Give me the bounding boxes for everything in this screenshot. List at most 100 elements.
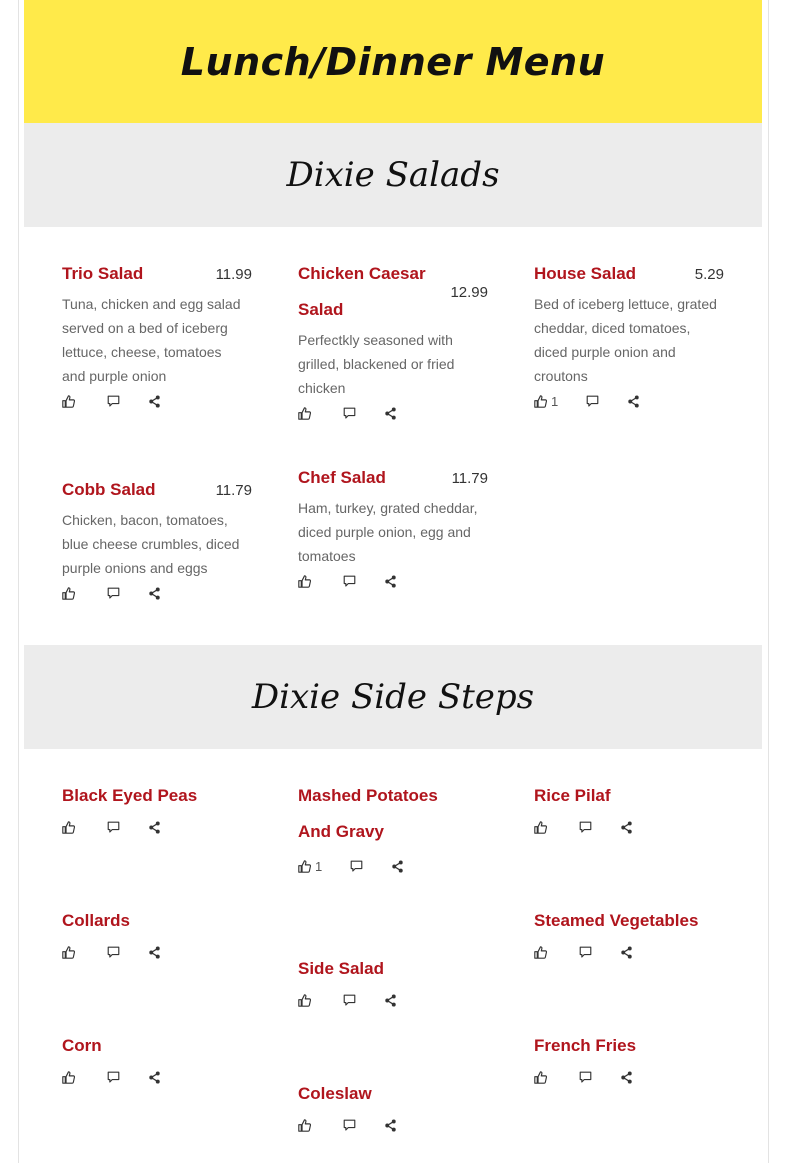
thumbs-up-icon <box>534 945 547 959</box>
like-button[interactable] <box>534 945 551 959</box>
comment-button[interactable] <box>579 1071 592 1084</box>
share-icon <box>148 945 161 959</box>
share-icon <box>391 859 404 873</box>
item-actions <box>298 1113 488 1137</box>
page-title: Lunch/Dinner Menu <box>180 39 606 84</box>
item-title[interactable]: Side Salad <box>298 951 488 987</box>
item-title[interactable]: Chef Salad <box>298 460 448 496</box>
share-button[interactable] <box>148 394 161 408</box>
item-title[interactable]: Mashed Potatoes And Gravy <box>298 778 473 850</box>
item-title[interactable]: Chicken Caesar Salad <box>298 256 458 328</box>
like-button[interactable]: 1 <box>534 394 558 409</box>
share-button[interactable] <box>384 574 397 588</box>
item-title[interactable]: Trio Salad <box>62 256 212 292</box>
menu-item: French Fries <box>534 1028 724 1089</box>
like-button[interactable] <box>298 406 315 420</box>
comment-button[interactable] <box>107 821 120 834</box>
item-title[interactable]: House Salad <box>534 256 684 292</box>
share-icon <box>620 820 633 834</box>
comment-button[interactable] <box>107 946 120 959</box>
share-button[interactable] <box>620 945 633 959</box>
thumbs-up-icon <box>298 406 311 420</box>
comment-icon <box>107 587 120 600</box>
thumbs-up-icon <box>62 820 75 834</box>
share-button[interactable] <box>384 406 397 420</box>
thumbs-up-icon <box>534 820 547 834</box>
thumbs-up-icon <box>534 394 547 408</box>
share-icon <box>148 394 161 408</box>
comment-button[interactable] <box>107 587 120 600</box>
comment-icon <box>343 575 356 588</box>
like-count: 1 <box>551 393 559 409</box>
item-title[interactable]: Black Eyed Peas <box>62 778 252 814</box>
like-button[interactable]: 1 <box>298 859 322 874</box>
comment-button[interactable] <box>343 407 356 420</box>
menu-item: Steamed Vegetables <box>534 903 724 964</box>
comment-button[interactable] <box>343 994 356 1007</box>
item-title[interactable]: Cobb Salad <box>62 472 212 508</box>
item-title[interactable]: Steamed Vegetables <box>534 903 724 939</box>
like-button[interactable] <box>298 574 315 588</box>
comment-button[interactable] <box>343 575 356 588</box>
menu-item: Corn <box>62 1028 252 1089</box>
menu-item: 11.99 Trio Salad Tuna, chicken and egg s… <box>62 256 252 413</box>
item-title[interactable]: Collards <box>62 903 252 939</box>
like-button[interactable] <box>534 1070 551 1084</box>
item-description: Ham, turkey, grated cheddar, diced purpl… <box>298 500 478 564</box>
comment-icon <box>343 407 356 420</box>
item-actions <box>298 569 488 593</box>
share-icon <box>384 993 397 1007</box>
item-actions <box>534 1065 724 1089</box>
share-button[interactable] <box>384 993 397 1007</box>
item-actions: 1 <box>534 389 724 413</box>
like-button[interactable] <box>62 1070 79 1084</box>
menu-item: Coleslaw <box>298 1076 488 1137</box>
item-title[interactable]: French Fries <box>534 1028 724 1064</box>
comment-icon <box>107 1071 120 1084</box>
comment-button[interactable] <box>343 1119 356 1132</box>
share-button[interactable] <box>148 1070 161 1084</box>
comment-icon <box>350 860 363 873</box>
section-heading-sides: Dixie Side Steps <box>24 645 762 749</box>
like-button[interactable] <box>534 820 551 834</box>
menu-item: Side Salad <box>298 951 488 1012</box>
comment-button[interactable] <box>586 395 599 408</box>
menu-item: Collards <box>62 903 252 964</box>
comment-icon <box>107 821 120 834</box>
share-button[interactable] <box>627 394 640 408</box>
like-button[interactable] <box>62 586 79 600</box>
menu-item: Black Eyed Peas <box>62 778 252 839</box>
share-button[interactable] <box>620 820 633 834</box>
item-title[interactable]: Rice Pilaf <box>534 778 724 814</box>
share-icon <box>148 1070 161 1084</box>
like-button[interactable] <box>62 945 79 959</box>
share-button[interactable] <box>391 859 404 873</box>
like-button[interactable] <box>62 394 79 408</box>
item-actions <box>298 988 488 1012</box>
menu-banner: Lunch/Dinner Menu <box>24 0 762 123</box>
item-title[interactable]: Coleslaw <box>298 1076 488 1112</box>
item-description: Perfectkly seasoned with grilled, blacke… <box>298 332 455 396</box>
share-button[interactable] <box>148 945 161 959</box>
comment-button[interactable] <box>107 395 120 408</box>
like-button[interactable] <box>298 993 315 1007</box>
item-actions <box>534 940 724 964</box>
item-actions <box>62 940 252 964</box>
menu-item: 11.79 Cobb Salad Chicken, bacon, tomatoe… <box>62 472 252 605</box>
share-button[interactable] <box>148 820 161 834</box>
thumbs-up-icon <box>298 993 311 1007</box>
comment-button[interactable] <box>350 860 363 873</box>
section-heading-salads: Dixie Salads <box>24 123 762 227</box>
comment-button[interactable] <box>579 946 592 959</box>
share-button[interactable] <box>620 1070 633 1084</box>
share-icon <box>148 586 161 600</box>
like-button[interactable] <box>298 1118 315 1132</box>
comment-icon <box>107 946 120 959</box>
item-title[interactable]: Corn <box>62 1028 252 1064</box>
like-button[interactable] <box>62 820 79 834</box>
share-button[interactable] <box>148 586 161 600</box>
comment-button[interactable] <box>107 1071 120 1084</box>
share-button[interactable] <box>384 1118 397 1132</box>
comment-button[interactable] <box>579 821 592 834</box>
thumbs-up-icon <box>62 945 75 959</box>
